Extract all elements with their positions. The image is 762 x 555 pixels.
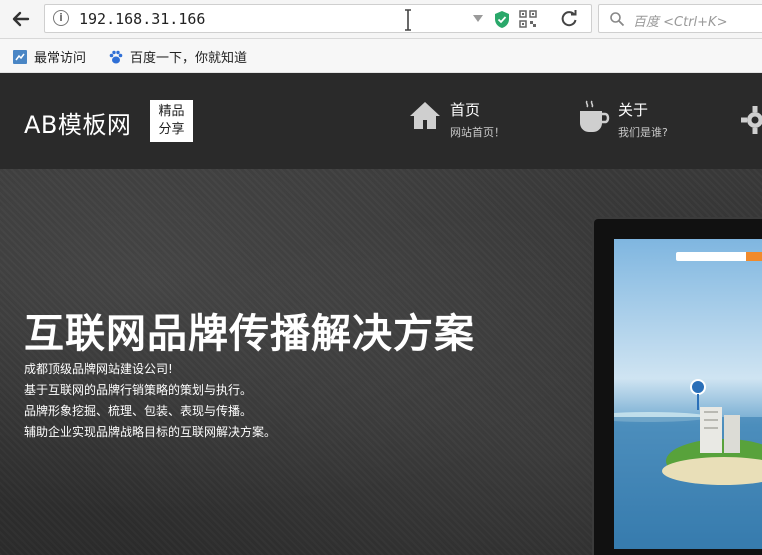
bookmark-page-icon <box>13 49 27 64</box>
hero-line: 辅助企业实现品牌战略目标的互联网解决方案。 <box>24 425 277 439</box>
hero-description: 成都顶级品牌网站建设公司! 基于互联网的品牌行销策略的策划与执行。 品牌形象挖掘… <box>24 359 276 443</box>
hero-headline: 互联网品牌传播解决方案 <box>24 311 475 357</box>
nav-item-about[interactable]: 关于 我们是谁? <box>578 99 668 140</box>
site-badge: 精品 分享 <box>150 100 193 142</box>
info-icon[interactable]: i <box>53 10 69 26</box>
reload-icon[interactable] <box>559 9 579 29</box>
bookmarks-bar: 最常访问 百度一下，你就知道 <box>0 39 762 73</box>
hero-line: 品牌形象挖掘、梳理、包装、表现与传播。 <box>24 404 253 418</box>
browser-toolbar: i 192.168.31.166 百度 <Ctrl+K> <box>0 0 762 39</box>
nav-title: 首页 <box>450 101 481 119</box>
nav-title: 关于 <box>618 101 649 119</box>
back-button[interactable] <box>6 4 36 34</box>
url-bar[interactable]: i 192.168.31.166 <box>44 4 592 33</box>
bookmark-label: 最常访问 <box>34 51 87 66</box>
nav-subtitle: 我们是谁? <box>618 126 668 139</box>
site-logo[interactable]: AB模板网 <box>24 105 131 140</box>
tablet-screen-image <box>614 239 762 549</box>
bookmark-baidu[interactable]: 百度一下，你就知道 <box>108 47 247 66</box>
search-placeholder: 百度 <Ctrl+K> <box>633 15 728 30</box>
island-scene-image <box>614 379 762 549</box>
bookmark-most-visited[interactable]: 最常访问 <box>12 47 86 66</box>
webpage: AB模板网 精品 分享 首页 网站首页！ 关于 我们是谁? 互联网品牌传播解决方… <box>0 73 762 555</box>
back-arrow-icon <box>12 11 30 27</box>
text-cursor-icon <box>405 9 411 31</box>
nav-subtitle: 网站首页！ <box>450 126 505 139</box>
home-icon <box>410 102 440 129</box>
nav-item-home[interactable]: 首页 网站首页！ <box>408 99 505 140</box>
qr-code-icon[interactable] <box>519 10 537 28</box>
history-dropdown-icon[interactable] <box>473 15 483 22</box>
tablet-mockup <box>592 217 762 555</box>
hero-line: 基于互联网的品牌行销策略的策划与执行。 <box>24 383 253 397</box>
search-box[interactable]: 百度 <Ctrl+K> <box>598 4 762 33</box>
coffee-cup-icon <box>580 100 610 132</box>
search-icon <box>610 12 625 27</box>
badge-line-1: 精品 <box>158 104 185 119</box>
shield-icon[interactable] <box>493 10 511 29</box>
gear-icon[interactable] <box>740 105 762 135</box>
url-text[interactable]: 192.168.31.166 <box>79 10 205 28</box>
baidu-paw-icon <box>109 50 123 63</box>
badge-line-2: 分享 <box>158 122 185 137</box>
hero-line: 成都顶级品牌网站建设公司! <box>24 362 173 376</box>
bookmark-label: 百度一下，你就知道 <box>130 51 248 66</box>
